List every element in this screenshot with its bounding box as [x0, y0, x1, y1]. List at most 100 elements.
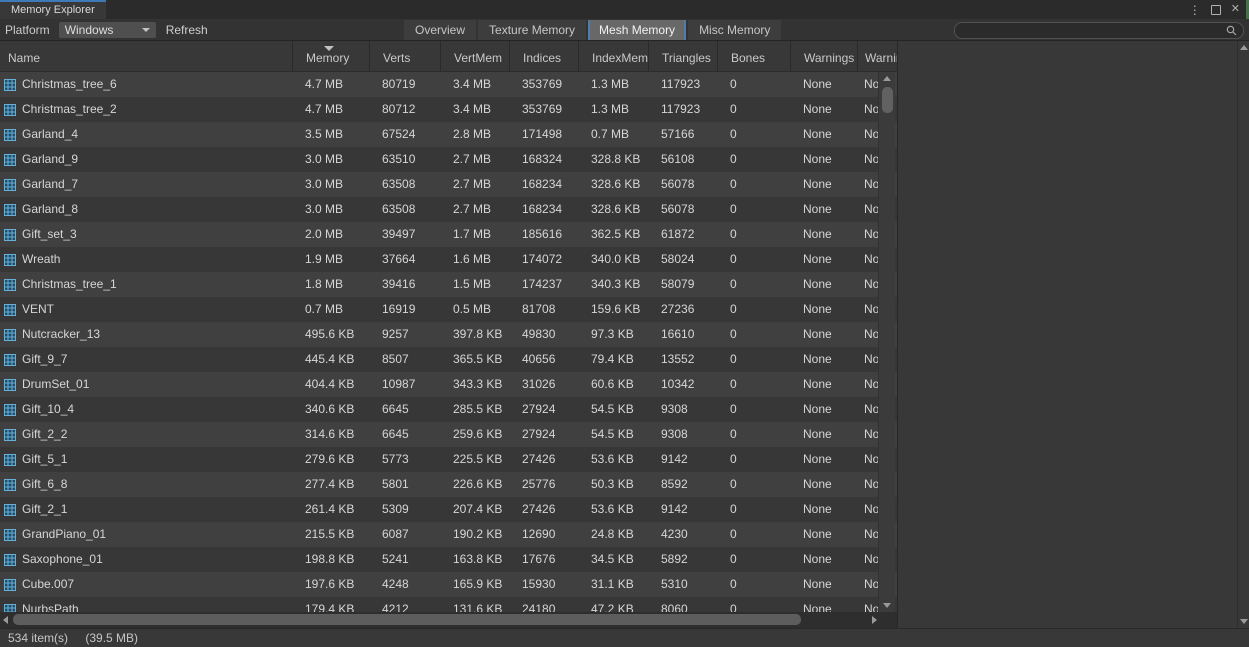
table-row[interactable]: Christmas_tree_24.7 MB807123.4 MB3537691…: [0, 97, 897, 122]
table-row[interactable]: DrumSet_01404.4 KB10987343.3 KB3102660.6…: [0, 372, 897, 397]
cell-indexmem: 1.3 MB: [578, 72, 648, 97]
outer-scroll-down-icon[interactable]: [1240, 619, 1248, 624]
cell-memory: 0.7 MB: [292, 297, 369, 322]
tab-texture-memory[interactable]: Texture Memory: [478, 20, 586, 40]
platform-dropdown[interactable]: Windows: [59, 22, 156, 38]
cell-indices: 40656: [509, 347, 578, 372]
cell-name: Christmas_tree_2: [0, 97, 292, 122]
cell-triangles: 10342: [648, 372, 717, 397]
mesh-name: VENT: [22, 297, 54, 322]
platform-dropdown-value: Windows: [65, 23, 114, 37]
cell-indices: 168234: [509, 197, 578, 222]
cell-bones: 0: [717, 522, 790, 547]
cell-bones: 0: [717, 197, 790, 222]
window-tab-memory-explorer[interactable]: Memory Explorer: [0, 0, 106, 19]
table-row[interactable]: Gift_9_7445.4 KB8507365.5 KB4065679.4 KB…: [0, 347, 897, 372]
cell-triangles: 4230: [648, 522, 717, 547]
window-vertical-scrollbar[interactable]: [1237, 41, 1249, 628]
mesh-icon: [4, 529, 16, 541]
column-header-warnings-2[interactable]: Warnings: [857, 41, 897, 71]
cell-warnings: None: [790, 547, 857, 572]
tab-mesh-memory[interactable]: Mesh Memory: [588, 20, 686, 40]
vertical-scrollbar-thumb[interactable]: [882, 87, 893, 113]
table-row[interactable]: Saxophone_01198.8 KB5241163.8 KB1767634.…: [0, 547, 897, 572]
column-header-bones[interactable]: Bones: [717, 41, 790, 71]
cell-verts: 5309: [369, 497, 440, 522]
column-header-label: VertMem: [454, 51, 502, 65]
tab-overview[interactable]: Overview: [404, 20, 476, 40]
column-header-indices[interactable]: Indices: [509, 41, 578, 71]
horizontal-scrollbar-thumb[interactable]: [13, 614, 801, 625]
scroll-right-icon[interactable]: [872, 616, 877, 624]
cell-verts: 39416: [369, 272, 440, 297]
table-row[interactable]: Gift_set_32.0 MB394971.7 MB185616362.5 K…: [0, 222, 897, 247]
table-vertical-scrollbar[interactable]: [878, 72, 895, 612]
cell-memory: 215.5 KB: [292, 522, 369, 547]
column-header-name[interactable]: Name: [0, 41, 292, 71]
table-horizontal-scrollbar[interactable]: [0, 612, 897, 628]
cell-memory: 277.4 KB: [292, 472, 369, 497]
cell-indices: 168324: [509, 147, 578, 172]
tab-misc-memory[interactable]: Misc Memory: [688, 20, 781, 40]
table-row[interactable]: Christmas_tree_11.8 MB394161.5 MB1742373…: [0, 272, 897, 297]
table-row[interactable]: Gift_6_8277.4 KB5801226.6 KB2577650.3 KB…: [0, 472, 897, 497]
sort-descending-icon: [324, 46, 334, 51]
table-body: Christmas_tree_64.7 MB807193.4 MB3537691…: [0, 72, 897, 612]
cell-indices: 12690: [509, 522, 578, 547]
column-header-verts[interactable]: Verts: [369, 41, 440, 71]
column-header-triangles[interactable]: Triangles: [648, 41, 717, 71]
table-row[interactable]: Garland_83.0 MB635082.7 MB168234328.6 KB…: [0, 197, 897, 222]
cell-name: Cube.007: [0, 572, 292, 597]
cell-vertmem: 3.4 MB: [440, 72, 509, 97]
column-header-warnings[interactable]: Warnings: [790, 41, 857, 71]
cell-indices: 27426: [509, 497, 578, 522]
table-row[interactable]: VENT0.7 MB169190.5 MB81708159.6 KB272360…: [0, 297, 897, 322]
maximize-icon[interactable]: [1211, 5, 1221, 15]
mesh-icon: [4, 604, 16, 613]
table-row[interactable]: Wreath1.9 MB376641.6 MB174072340.0 KB580…: [0, 247, 897, 272]
column-header-vertmem[interactable]: VertMem: [440, 41, 509, 71]
table-row[interactable]: Gift_2_2314.6 KB6645259.6 KB2792454.5 KB…: [0, 422, 897, 447]
table-row[interactable]: Nutcracker_13495.6 KB9257397.8 KB4983097…: [0, 322, 897, 347]
refresh-button[interactable]: Refresh: [166, 23, 208, 37]
cell-triangles: 9308: [648, 422, 717, 447]
cell-warnings: None: [790, 572, 857, 597]
cell-warnings: None: [790, 322, 857, 347]
cell-verts: 4212: [369, 597, 440, 612]
cell-verts: 67524: [369, 122, 440, 147]
table-row[interactable]: NurbsPath179.4 KB4212131.6 KB2418047.2 K…: [0, 597, 897, 612]
cell-bones: 0: [717, 347, 790, 372]
scroll-down-icon[interactable]: [883, 603, 891, 608]
table-row[interactable]: Cube.007197.6 KB4248165.9 KB1593031.1 KB…: [0, 572, 897, 597]
cell-triangles: 13552: [648, 347, 717, 372]
table-row[interactable]: GrandPiano_01215.5 KB6087190.2 KB1269024…: [0, 522, 897, 547]
table-row[interactable]: Garland_93.0 MB635102.7 MB168324328.8 KB…: [0, 147, 897, 172]
cell-warnings: None: [790, 272, 857, 297]
table-row[interactable]: Gift_2_1261.4 KB5309207.4 KB2742653.6 KB…: [0, 497, 897, 522]
search-box[interactable]: [954, 22, 1244, 39]
kebab-menu-icon[interactable]: ⋮: [1189, 4, 1201, 16]
scroll-up-icon[interactable]: [883, 76, 891, 81]
cell-verts: 9257: [369, 322, 440, 347]
table-row[interactable]: Garland_73.0 MB635082.7 MB168234328.6 KB…: [0, 172, 897, 197]
cell-indices: 31026: [509, 372, 578, 397]
cell-name: NurbsPath: [0, 597, 292, 612]
column-header-memory[interactable]: Memory: [292, 41, 369, 71]
cell-name: Gift_10_4: [0, 397, 292, 422]
cell-indices: 353769: [509, 97, 578, 122]
table-row[interactable]: Garland_43.5 MB675242.8 MB1714980.7 MB57…: [0, 122, 897, 147]
status-bar: 534 item(s) (39.5 MB): [0, 628, 1249, 647]
search-input[interactable]: [955, 23, 1226, 38]
close-icon[interactable]: ✕: [1231, 4, 1240, 15]
cell-triangles: 9308: [648, 397, 717, 422]
table-row[interactable]: Christmas_tree_64.7 MB807193.4 MB3537691…: [0, 72, 897, 97]
chevron-down-icon: [142, 28, 150, 32]
scroll-left-icon[interactable]: [3, 616, 8, 624]
cell-indexmem: 79.4 KB: [578, 347, 648, 372]
cell-indices: 168234: [509, 172, 578, 197]
outer-scroll-up-icon[interactable]: [1240, 45, 1248, 50]
table-row[interactable]: Gift_5_1279.6 KB5773225.5 KB2742653.6 KB…: [0, 447, 897, 472]
column-header-indexmem[interactable]: IndexMem: [578, 41, 648, 71]
cell-memory: 314.6 KB: [292, 422, 369, 447]
table-row[interactable]: Gift_10_4340.6 KB6645285.5 KB2792454.5 K…: [0, 397, 897, 422]
